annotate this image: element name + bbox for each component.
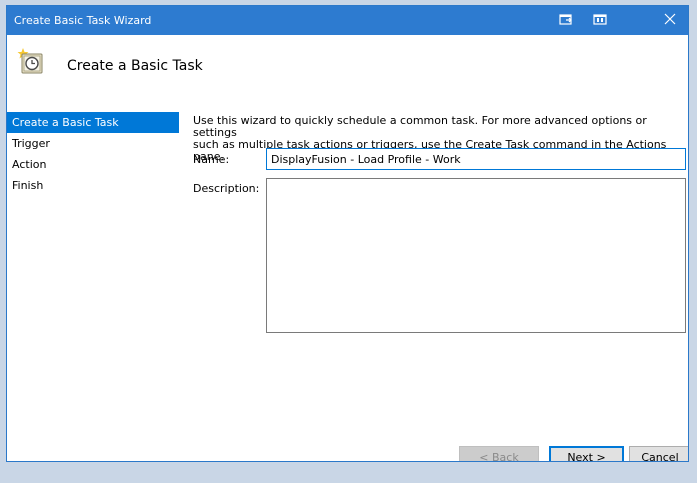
wizard-content: Use this wizard to quickly schedule a co… — [193, 112, 688, 461]
description-label: Description: — [193, 182, 260, 195]
name-field[interactable] — [266, 148, 686, 170]
title-bar[interactable]: Create Basic Task Wizard — [7, 6, 688, 35]
displayfusion-move-icon[interactable] — [558, 12, 574, 28]
window-title: Create Basic Task Wizard — [14, 14, 152, 27]
header-title: Create a Basic Task — [67, 58, 203, 74]
task-scheduler-clock-icon — [15, 46, 47, 78]
nav-item-action[interactable]: Action — [7, 154, 179, 175]
wizard-header: Create a Basic Task — [7, 35, 688, 93]
wizard-window: Create Basic Task Wizard Create a Basic … — [6, 5, 689, 462]
displayfusion-monitor-icon[interactable] — [592, 12, 608, 28]
close-icon — [664, 13, 676, 28]
back-button[interactable]: < Back — [459, 446, 539, 461]
intro-line-1: Use this wizard to quickly schedule a co… — [193, 114, 647, 139]
nav-item-finish[interactable]: Finish — [7, 175, 179, 196]
name-label: Name: — [193, 153, 230, 166]
close-button[interactable] — [652, 6, 688, 35]
next-button[interactable]: Next > — [549, 446, 624, 461]
nav-item-trigger[interactable]: Trigger — [7, 133, 179, 154]
description-field[interactable] — [266, 178, 686, 333]
wizard-step-nav: Create a Basic Task Trigger Action Finis… — [7, 112, 179, 196]
nav-item-create-basic-task[interactable]: Create a Basic Task — [7, 112, 179, 133]
cancel-button[interactable]: Cancel — [629, 446, 688, 461]
